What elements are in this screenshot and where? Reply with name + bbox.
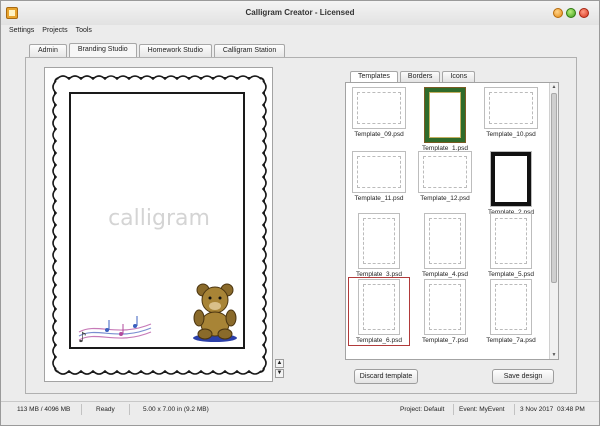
template-inner-area — [363, 284, 395, 330]
status-bar: 113 MB / 4096 MB Ready 5.00 x 7.00 in (9… — [1, 401, 599, 416]
template-name: Template_10.psd — [486, 131, 536, 138]
memory-usage: 113 MB / 4096 MB — [17, 406, 71, 413]
save-design-button[interactable]: Save design — [492, 369, 554, 384]
template-thumbnail — [424, 87, 466, 143]
templates-scrollbar[interactable]: ▲ ▼ — [549, 83, 558, 359]
template-tile[interactable]: Template_09.psd — [350, 87, 408, 138]
project-name: Project: Default — [400, 406, 445, 413]
status-text: Ready — [96, 406, 115, 413]
template-tile[interactable]: Template_12.psd — [416, 151, 474, 202]
scrollbar-thumb[interactable] — [551, 93, 557, 283]
template-thumbnail — [490, 151, 532, 207]
template-inner-area — [429, 92, 461, 138]
canvas-scroll-arrows: ▲ ▼ — [275, 359, 284, 379]
template-name: Template_5.psd — [488, 271, 534, 278]
scroll-up-icon[interactable]: ▲ — [275, 359, 284, 368]
tab-icons[interactable]: Icons — [442, 71, 476, 82]
template-thumbnail — [490, 279, 532, 335]
design-canvas[interactable]: calligram ♪ — [44, 67, 273, 382]
minimize-button[interactable] — [553, 8, 563, 18]
template-name: Template_7.psd — [422, 337, 468, 344]
template-tile[interactable]: Template_7a.psd — [482, 279, 540, 344]
template-name: Template_3.psd — [356, 271, 402, 278]
status-date: 3 Nov 2017 — [520, 406, 554, 413]
discard-template-button[interactable]: Discard template — [354, 369, 418, 384]
template-name: Template_09.psd — [354, 131, 404, 138]
template-thumbnail — [490, 213, 532, 269]
menu-bar: Settings Projects Tools — [9, 27, 92, 39]
asset-tabs: Templates Borders Icons — [350, 71, 476, 82]
close-button[interactable] — [579, 8, 589, 18]
tab-homework-studio[interactable]: Homework Studio — [138, 44, 212, 57]
template-tile[interactable]: Template_5.psd — [482, 213, 540, 278]
status-time: 03:48 PM — [557, 406, 585, 413]
template-tile[interactable]: Template_1.psd — [416, 87, 474, 152]
menu-settings[interactable]: Settings — [9, 27, 34, 39]
scroll-up-icon[interactable]: ▲ — [550, 83, 558, 91]
template-thumbnail — [352, 151, 406, 193]
main-tabs: Admin Branding Studio Homework Studio Ca… — [29, 43, 286, 57]
template-name: Template_7a.psd — [486, 337, 536, 344]
music-notes-image[interactable]: ♪ — [77, 312, 153, 348]
svg-text:♪: ♪ — [78, 330, 87, 346]
template-inner-area — [423, 156, 467, 188]
template-name: Template_11.psd — [354, 195, 404, 202]
template-name: Template_6.psd — [356, 337, 402, 344]
calligram-watermark: calligram — [108, 206, 210, 231]
template-thumbnail — [352, 87, 406, 129]
template-tile[interactable]: Template_4.psd — [416, 213, 474, 278]
event-name: Event: MyEvent — [459, 406, 505, 413]
template-inner-area — [429, 284, 461, 330]
template-tile[interactable]: Template_3.psd — [350, 213, 408, 278]
template-inner-area — [489, 92, 533, 124]
title-bar: Calligram Creator - Licensed — [1, 1, 599, 25]
template-inner-area — [495, 284, 527, 330]
template-tile[interactable]: Template_11.psd — [350, 151, 408, 202]
tab-borders[interactable]: Borders — [399, 71, 441, 82]
menu-projects[interactable]: Projects — [42, 27, 67, 39]
template-tile[interactable]: Template_10.psd — [482, 87, 540, 138]
document-size: 5.00 x 7.00 in (9.2 MB) — [143, 406, 209, 413]
template-thumbnail — [358, 279, 400, 335]
tab-branding-studio[interactable]: Branding Studio — [68, 43, 137, 57]
template-tile[interactable]: Template_2.psd — [482, 151, 540, 216]
teddy-bear-image[interactable] — [189, 282, 241, 344]
tab-admin[interactable]: Admin — [29, 44, 67, 57]
template-name: Template_4.psd — [422, 271, 468, 278]
template-inner-area — [357, 156, 401, 188]
template-name: Template_12.psd — [420, 195, 470, 202]
tab-calligram-station[interactable]: Calligram Station — [213, 44, 286, 57]
scroll-down-icon[interactable]: ▼ — [550, 351, 558, 359]
print-area[interactable]: calligram ♪ — [69, 92, 245, 349]
template-thumbnail — [484, 87, 538, 129]
template-inner-area — [357, 92, 401, 124]
template-tile[interactable]: Template_6.psd — [348, 277, 410, 346]
scroll-down-icon[interactable]: ▼ — [275, 369, 284, 378]
window-title: Calligram Creator - Licensed — [245, 8, 355, 17]
tab-templates[interactable]: Templates — [350, 71, 398, 82]
template-inner-area — [495, 218, 527, 264]
template-inner-area — [363, 218, 395, 264]
maximize-button[interactable] — [566, 8, 576, 18]
template-inner-area — [495, 156, 527, 202]
template-inner-area — [429, 218, 461, 264]
template-tile[interactable]: Template_7.psd — [416, 279, 474, 344]
menu-tools[interactable]: Tools — [76, 27, 92, 39]
template-thumbnail — [358, 213, 400, 269]
templates-list: Template_09.psd Template_1.psd Template_10… — [345, 82, 559, 360]
template-thumbnail — [424, 213, 466, 269]
app-window: Calligram Creator - Licensed Settings Pr… — [0, 0, 600, 426]
template-thumbnail — [424, 279, 466, 335]
template-thumbnail — [418, 151, 472, 193]
